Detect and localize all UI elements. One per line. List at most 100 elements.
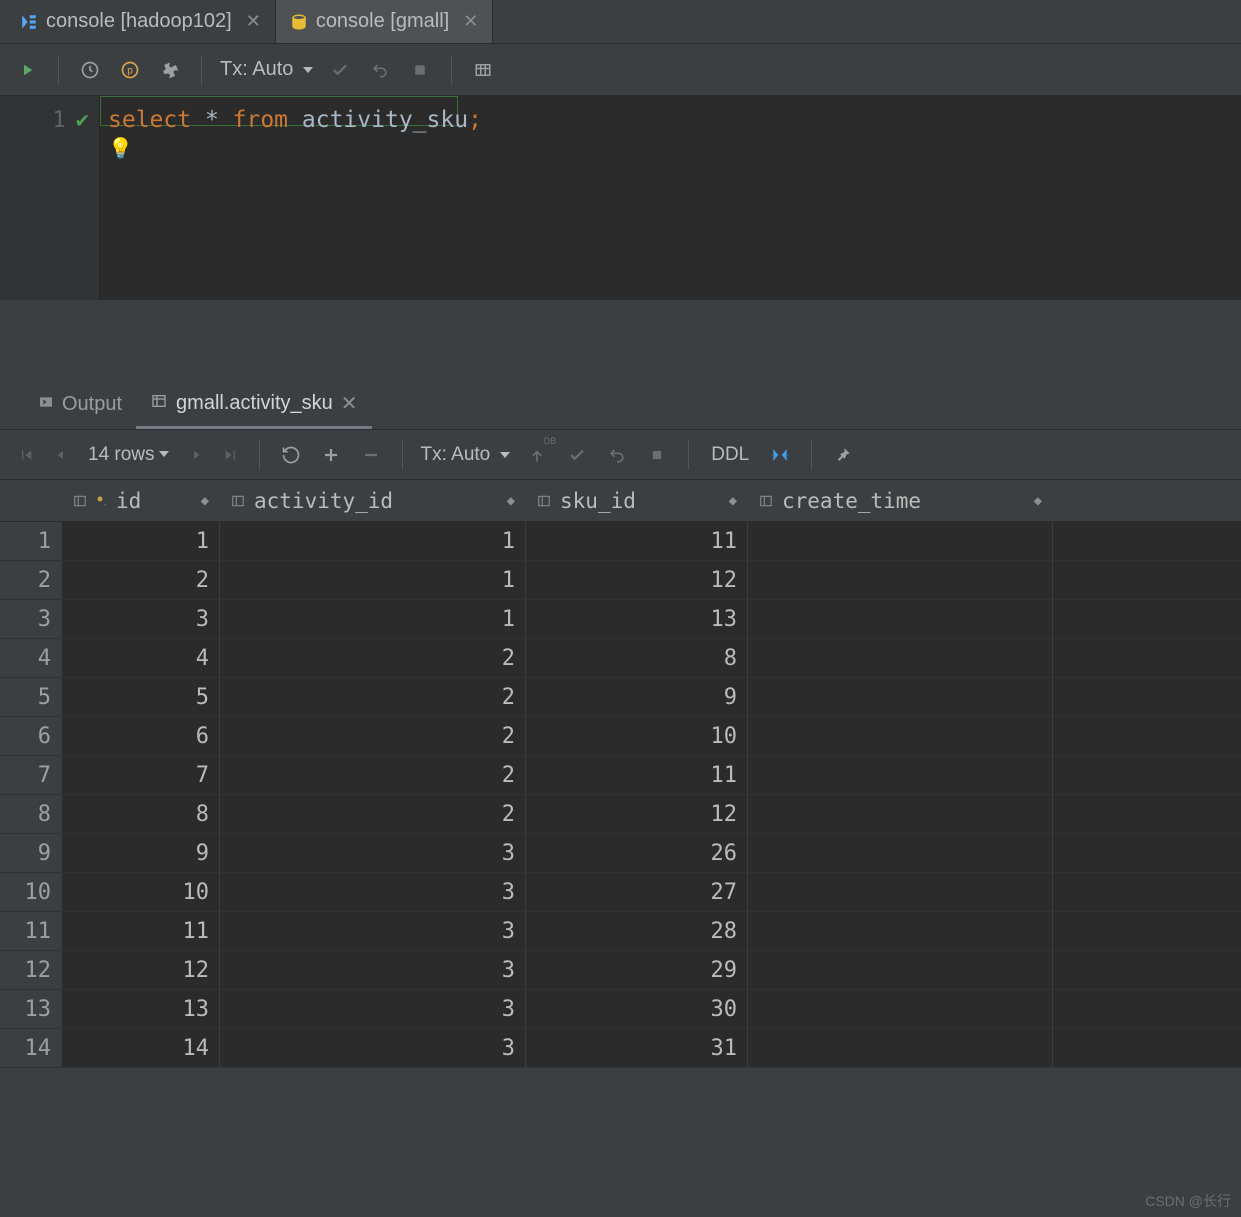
cell-sku-id[interactable]: 26 xyxy=(526,834,748,872)
cell-id[interactable]: 8 xyxy=(62,795,220,833)
cell-create-time[interactable] xyxy=(748,678,1053,716)
cell-activity-id[interactable]: 1 xyxy=(220,522,526,560)
cell-create-time[interactable] xyxy=(748,561,1053,599)
cell-create-time[interactable] xyxy=(748,639,1053,677)
cell-create-time[interactable] xyxy=(748,795,1053,833)
cell-create-time[interactable] xyxy=(748,951,1053,989)
cell-create-time[interactable] xyxy=(748,912,1053,950)
close-icon[interactable]: ✕ xyxy=(463,11,478,32)
rollback-button[interactable] xyxy=(600,438,634,472)
explain-plan-button[interactable]: p xyxy=(113,53,147,87)
cell-create-time[interactable] xyxy=(748,717,1053,755)
table-row[interactable]: 77211 xyxy=(0,756,1241,795)
cell-create-time[interactable] xyxy=(748,990,1053,1028)
close-icon[interactable]: ✕ xyxy=(341,391,358,416)
column-header-create-time[interactable]: create_time ◆ xyxy=(748,480,1053,521)
table-row[interactable]: 4428 xyxy=(0,639,1241,678)
cell-sku-id[interactable]: 10 xyxy=(526,717,748,755)
tab-output[interactable]: Output xyxy=(24,387,136,429)
tab-console-hadoop102[interactable]: console [hadoop102] ✕ xyxy=(6,0,276,43)
cell-id[interactable]: 14 xyxy=(62,1029,220,1067)
cell-sku-id[interactable]: 27 xyxy=(526,873,748,911)
reload-button[interactable] xyxy=(274,438,308,472)
table-row[interactable]: 1010327 xyxy=(0,873,1241,912)
table-row[interactable]: 99326 xyxy=(0,834,1241,873)
cell-sku-id[interactable]: 13 xyxy=(526,600,748,638)
table-row[interactable]: 1414331 xyxy=(0,1029,1241,1068)
table-row[interactable]: 22112 xyxy=(0,561,1241,600)
cell-activity-id[interactable]: 3 xyxy=(220,873,526,911)
cell-sku-id[interactable]: 12 xyxy=(526,795,748,833)
cell-id[interactable]: 4 xyxy=(62,639,220,677)
next-page-button[interactable] xyxy=(183,441,211,469)
tab-console-gmall[interactable]: console [gmall] ✕ xyxy=(276,0,494,43)
submit-button[interactable]: DB xyxy=(520,438,554,472)
cell-id[interactable]: 13 xyxy=(62,990,220,1028)
cell-create-time[interactable] xyxy=(748,756,1053,794)
ddl-button[interactable]: DDL xyxy=(703,444,757,466)
sql-editor[interactable]: 1 ✔ select * from activity_sku; 💡 xyxy=(0,96,1241,300)
history-button[interactable] xyxy=(73,53,107,87)
cell-create-time[interactable] xyxy=(748,600,1053,638)
table-row[interactable]: 5529 xyxy=(0,678,1241,717)
tab-result-set[interactable]: gmall.activity_sku ✕ xyxy=(136,385,371,429)
cell-id[interactable]: 1 xyxy=(62,522,220,560)
compare-button[interactable] xyxy=(763,438,797,472)
cell-id[interactable]: 11 xyxy=(62,912,220,950)
cell-create-time[interactable] xyxy=(748,1029,1053,1067)
cell-activity-id[interactable]: 2 xyxy=(220,639,526,677)
cell-activity-id[interactable]: 3 xyxy=(220,912,526,950)
table-row[interactable]: 33113 xyxy=(0,600,1241,639)
cell-id[interactable]: 2 xyxy=(62,561,220,599)
cell-activity-id[interactable]: 3 xyxy=(220,990,526,1028)
column-header-activity-id[interactable]: activity_id ◆ xyxy=(220,480,526,521)
column-header-id[interactable]: id ◆ xyxy=(62,480,220,521)
cell-id[interactable]: 9 xyxy=(62,834,220,872)
cell-sku-id[interactable]: 9 xyxy=(526,678,748,716)
cell-id[interactable]: 3 xyxy=(62,600,220,638)
tx-mode-dropdown[interactable]: Tx: Auto xyxy=(216,58,317,81)
cell-activity-id[interactable]: 3 xyxy=(220,951,526,989)
cell-create-time[interactable] xyxy=(748,522,1053,560)
add-row-button[interactable] xyxy=(314,438,348,472)
cell-id[interactable]: 10 xyxy=(62,873,220,911)
cell-id[interactable]: 7 xyxy=(62,756,220,794)
cell-activity-id[interactable]: 2 xyxy=(220,795,526,833)
prev-page-button[interactable] xyxy=(46,441,74,469)
cell-create-time[interactable] xyxy=(748,873,1053,911)
settings-button[interactable] xyxy=(153,53,187,87)
cell-activity-id[interactable]: 2 xyxy=(220,717,526,755)
column-header-sku-id[interactable]: sku_id ◆ xyxy=(526,480,748,521)
commit-button[interactable] xyxy=(560,438,594,472)
cancel-query-button[interactable] xyxy=(640,438,674,472)
cell-sku-id[interactable]: 11 xyxy=(526,756,748,794)
last-page-button[interactable] xyxy=(217,441,245,469)
table-row[interactable]: 11111 xyxy=(0,522,1241,561)
run-button[interactable] xyxy=(10,53,44,87)
cell-activity-id[interactable]: 1 xyxy=(220,600,526,638)
table-row[interactable]: 1212329 xyxy=(0,951,1241,990)
cell-id[interactable]: 5 xyxy=(62,678,220,716)
close-icon[interactable]: ✕ xyxy=(246,11,261,32)
cell-id[interactable]: 6 xyxy=(62,717,220,755)
code-area[interactable]: select * from activity_sku; 💡 xyxy=(100,96,1241,300)
cell-sku-id[interactable]: 30 xyxy=(526,990,748,1028)
cell-sku-id[interactable]: 28 xyxy=(526,912,748,950)
intention-bulb-icon[interactable]: 💡 xyxy=(108,136,133,160)
table-row[interactable]: 66210 xyxy=(0,717,1241,756)
cell-sku-id[interactable]: 11 xyxy=(526,522,748,560)
first-page-button[interactable] xyxy=(12,441,40,469)
run-line-icon[interactable]: ✔ xyxy=(76,108,89,133)
cell-activity-id[interactable]: 2 xyxy=(220,678,526,716)
pin-button[interactable] xyxy=(826,438,860,472)
view-as-table-button[interactable] xyxy=(466,53,500,87)
table-row[interactable]: 1111328 xyxy=(0,912,1241,951)
tx-mode-dropdown[interactable]: Tx: Auto xyxy=(417,444,515,466)
results-grid[interactable]: id ◆ activity_id ◆ sku_id ◆ create_time … xyxy=(0,480,1241,1068)
cell-activity-id[interactable]: 1 xyxy=(220,561,526,599)
cell-sku-id[interactable]: 29 xyxy=(526,951,748,989)
table-row[interactable]: 1313330 xyxy=(0,990,1241,1029)
cell-sku-id[interactable]: 31 xyxy=(526,1029,748,1067)
cell-activity-id[interactable]: 3 xyxy=(220,1029,526,1067)
rows-count-dropdown[interactable]: 14 rows xyxy=(80,444,177,466)
